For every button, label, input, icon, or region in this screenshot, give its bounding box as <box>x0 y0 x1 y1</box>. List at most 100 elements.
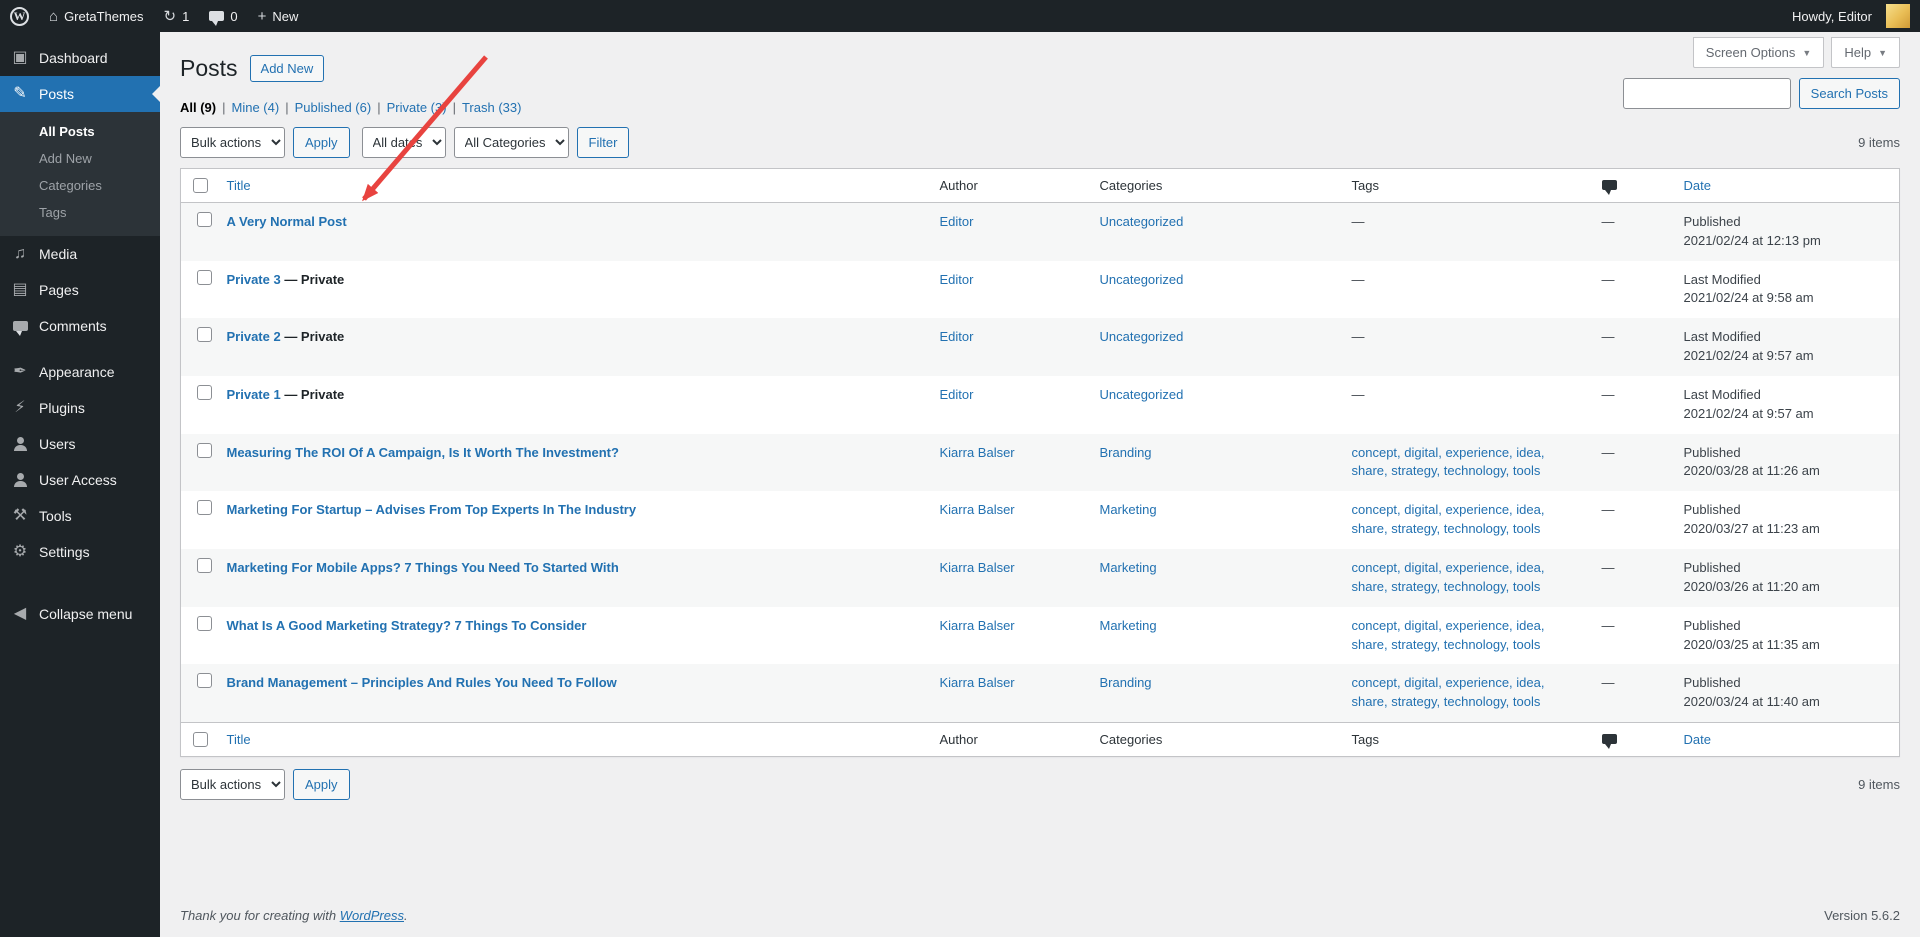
post-title-link[interactable]: Marketing For Startup – Advises From Top… <box>227 502 637 517</box>
row-checkbox[interactable] <box>197 269 213 285</box>
category-link[interactable]: Marketing <box>1100 502 1157 517</box>
select-all-checkbox[interactable] <box>193 177 208 193</box>
posts-table-body: A Very Normal Post Editor Uncategorized … <box>180 202 1900 723</box>
category-link[interactable]: Marketing <box>1100 618 1157 633</box>
post-title-link[interactable]: Measuring The ROI Of A Campaign, Is It W… <box>227 445 619 460</box>
adminbar-wordpress-menu[interactable]: W <box>0 0 39 32</box>
avatar <box>1886 4 1910 28</box>
sidebar-item-pages[interactable]: ▤ Pages <box>0 272 160 308</box>
column-footer-date[interactable]: Date <box>1684 732 1711 747</box>
author-link[interactable]: Editor <box>940 214 974 229</box>
post-title-link[interactable]: Private 2 <box>227 329 281 344</box>
view-trash-link[interactable]: Trash (33) <box>462 100 521 115</box>
bulk-actions-select-bottom[interactable]: Bulk actions <box>180 769 285 801</box>
view-private-link[interactable]: Private (3) <box>387 100 447 115</box>
adminbar-new[interactable]: + New <box>248 0 309 32</box>
adminbar-comments[interactable]: 0 <box>199 0 247 32</box>
view-published-link[interactable]: Published (6) <box>295 100 372 115</box>
column-header-date[interactable]: Date <box>1684 178 1711 193</box>
view-mine-link[interactable]: Mine (4) <box>232 100 280 115</box>
sidebar-item-user-access[interactable]: User Access <box>0 462 160 498</box>
bulk-actions-select[interactable]: Bulk actions <box>180 126 285 158</box>
row-checkbox[interactable] <box>197 500 213 516</box>
category-link[interactable]: Marketing <box>1100 560 1157 575</box>
site-name-label: GretaThemes <box>64 8 144 24</box>
sidebar-item-plugins[interactable]: ⚡ Plugins <box>0 390 160 426</box>
author-link[interactable]: Kiarra Balser <box>940 675 1015 690</box>
sidebar-item-dashboard[interactable]: ▣ Dashboard <box>0 40 160 76</box>
tablenav-top: Bulk actions Apply All dates All Categor… <box>180 126 1900 158</box>
category-link[interactable]: Uncategorized <box>1100 272 1184 287</box>
post-title-link[interactable]: Private 3 <box>227 272 281 287</box>
submenu-item-all-posts[interactable]: All Posts <box>0 118 160 145</box>
row-checkbox[interactable] <box>197 384 213 400</box>
help-button[interactable]: Help ▼ <box>1831 37 1900 68</box>
view-all-link[interactable]: All (9) <box>180 100 216 115</box>
row-checkbox[interactable] <box>197 558 213 574</box>
collapse-menu-button[interactable]: ◀ Collapse menu <box>0 596 160 632</box>
column-header-title[interactable]: Title <box>227 178 251 193</box>
post-title-link[interactable]: Private 1 <box>227 387 281 402</box>
sidebar-item-users[interactable]: Users <box>0 426 160 462</box>
tags-links[interactable]: concept, digital, experience, idea, shar… <box>1352 502 1545 536</box>
author-link[interactable]: Kiarra Balser <box>940 445 1015 460</box>
footer-thanks-text: Thank you for creating with <box>180 908 337 923</box>
author-link[interactable]: Kiarra Balser <box>940 502 1015 517</box>
collapse-icon: ◀ <box>13 605 27 622</box>
adminbar-site-name[interactable]: ⌂ GretaThemes <box>39 0 154 32</box>
row-checkbox[interactable] <box>197 673 213 689</box>
submenu-item-categories[interactable]: Categories <box>0 172 160 199</box>
filter-button[interactable]: Filter <box>576 126 630 158</box>
posts-submenu: All Posts Add New Categories Tags <box>0 112 160 236</box>
posts-page-wrap: Posts Add New Search Posts All (9) | Min… <box>160 32 1920 801</box>
author-link[interactable]: Editor <box>940 387 974 402</box>
post-title-link[interactable]: A Very Normal Post <box>227 214 347 229</box>
category-link[interactable]: Uncategorized <box>1100 329 1184 344</box>
column-header-tags: Tags <box>1341 168 1592 203</box>
sidebar-item-tools[interactable]: ⚒ Tools <box>0 498 160 534</box>
post-status: Published <box>1683 444 1741 460</box>
category-filter-select[interactable]: All Categories <box>453 126 569 158</box>
comments-column-icon <box>1601 734 1617 750</box>
search-input[interactable] <box>1622 78 1791 109</box>
row-checkbox[interactable] <box>197 442 213 458</box>
tags-links[interactable]: concept, digital, experience, idea, shar… <box>1352 560 1545 594</box>
sidebar-item-appearance[interactable]: ✒ Appearance <box>0 354 160 390</box>
post-title-link[interactable]: Brand Management – Principles And Rules … <box>227 675 617 690</box>
adminbar-my-account[interactable]: Howdy, Editor <box>1782 0 1920 32</box>
category-link[interactable]: Uncategorized <box>1100 214 1184 229</box>
tags-links[interactable]: concept, digital, experience, idea, shar… <box>1352 675 1545 709</box>
sidebar-item-comments[interactable]: Comments <box>0 308 160 344</box>
search-posts-button[interactable]: Search Posts <box>1798 78 1900 109</box>
screen-options-button[interactable]: Screen Options ▼ <box>1692 37 1825 68</box>
apply-button-bottom[interactable]: Apply <box>293 769 350 801</box>
apply-button[interactable]: Apply <box>293 126 350 158</box>
tags-links[interactable]: concept, digital, experience, idea, shar… <box>1352 445 1545 479</box>
category-link[interactable]: Branding <box>1100 445 1152 460</box>
sidebar-item-settings[interactable]: ⚙ Settings <box>0 534 160 570</box>
submenu-item-tags[interactable]: Tags <box>0 199 160 226</box>
adminbar-updates[interactable]: ↻ 1 <box>154 0 200 32</box>
sidebar-item-media[interactable]: ♫ Media <box>0 236 160 272</box>
author-link[interactable]: Editor <box>940 272 974 287</box>
sidebar-item-posts[interactable]: ✎ Posts <box>0 76 160 112</box>
column-footer-title[interactable]: Title <box>227 732 251 747</box>
category-link[interactable]: Branding <box>1100 675 1152 690</box>
post-title-link[interactable]: Marketing For Mobile Apps? 7 Things You … <box>227 560 619 575</box>
author-link[interactable]: Editor <box>940 329 974 344</box>
post-title-link[interactable]: What Is A Good Marketing Strategy? 7 Thi… <box>227 618 587 633</box>
row-checkbox[interactable] <box>197 211 213 227</box>
select-all-checkbox-bottom[interactable] <box>193 732 208 748</box>
date-filter-select[interactable]: All dates <box>361 126 446 158</box>
row-checkbox[interactable] <box>197 327 213 343</box>
wordpress-link[interactable]: WordPress <box>340 908 404 923</box>
author-link[interactable]: Kiarra Balser <box>940 618 1015 633</box>
row-checkbox[interactable] <box>197 615 213 631</box>
post-date: 2020/03/25 at 11:35 am <box>1683 636 1820 652</box>
submenu-item-add-new[interactable]: Add New <box>0 145 160 172</box>
add-new-button[interactable]: Add New <box>249 55 325 83</box>
author-link[interactable]: Kiarra Balser <box>940 560 1015 575</box>
category-link[interactable]: Uncategorized <box>1100 387 1184 402</box>
tags-links[interactable]: concept, digital, experience, idea, shar… <box>1352 618 1545 652</box>
view-separator: | <box>285 99 289 115</box>
